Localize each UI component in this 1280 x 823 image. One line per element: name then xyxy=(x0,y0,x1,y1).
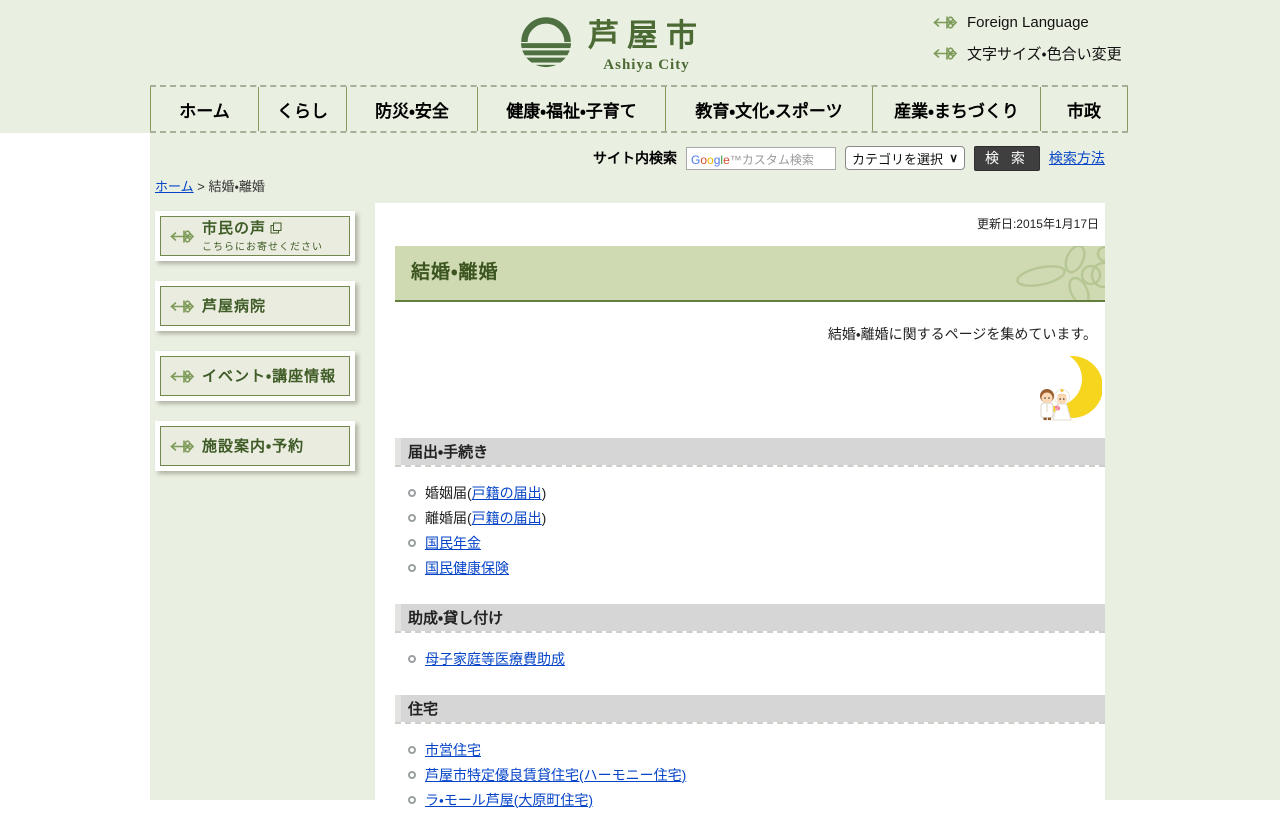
nav-item-kyouiku[interactable]: 教育・文化・スポーツ xyxy=(665,87,872,131)
leaf-arrow-icon xyxy=(933,15,957,30)
sidebar-button-facility-reserve[interactable]: 施設案内・予約 xyxy=(155,421,355,471)
external-link-icon xyxy=(270,222,282,233)
search-label: サイト内検索 xyxy=(593,150,677,166)
link-koseki-todoke[interactable]: 戸籍の届出 xyxy=(472,510,542,526)
list-item: 離婚届(戸籍の届出) xyxy=(408,505,1105,530)
sidebar-button-event-info[interactable]: イベント・講座情報 xyxy=(155,351,355,401)
wedding-couple-moon-illustration xyxy=(1028,352,1102,421)
link-list: 婚姻届(戸籍の届出) 離婚届(戸籍の届出) 国民年金 国民健康保険 xyxy=(395,467,1105,591)
list-item: 国民健康保険 xyxy=(408,555,1105,580)
breadcrumb-current: 結婚・離婚 xyxy=(208,179,265,194)
leaf-arrow-icon xyxy=(933,46,957,61)
list-bullet-icon xyxy=(408,563,416,572)
site-logo[interactable]: 芦屋市 Ashiya City xyxy=(518,10,705,74)
link-koseki-todoke[interactable]: 戸籍の届出 xyxy=(472,485,542,501)
section-header-housing: 住宅 xyxy=(395,695,1105,722)
foreign-language-link[interactable]: Foreign Language xyxy=(933,14,1122,31)
category-select[interactable]: カテゴリを選択 ∨ xyxy=(845,146,965,170)
link-harmony-juutaku[interactable]: 芦屋市特定優良賃貸住宅(ハーモニー住宅) xyxy=(425,767,686,783)
nav-item-shisei[interactable]: 市政 xyxy=(1040,87,1128,131)
link-boshi-iryouhi[interactable]: 母子家庭等医療費助成 xyxy=(425,651,565,667)
nav-item-sangyou[interactable]: 産業・まちづくり xyxy=(872,87,1040,131)
leaf-arrow-icon xyxy=(170,229,194,244)
site-name: 芦屋市 xyxy=(588,18,705,53)
search-help-link[interactable]: 検索方法 xyxy=(1049,148,1105,168)
list-item: 国民年金 xyxy=(408,530,1105,555)
list-item: 市営住宅 xyxy=(408,737,1105,762)
breadcrumb-home-link[interactable]: ホーム xyxy=(155,179,194,194)
search-button[interactable]: 検 索 xyxy=(974,145,1040,171)
list-item: 母子家庭等医療費助成 xyxy=(408,646,1105,671)
sidebar-button-shimin-no-koe[interactable]: 市民の声 こちらにお寄せください xyxy=(155,211,355,261)
page-title-bar: 結婚・離婚 xyxy=(395,246,1105,302)
list-bullet-icon xyxy=(408,538,416,547)
nav-item-kurashi[interactable]: くらし xyxy=(258,87,346,131)
link-kokumin-nenkin[interactable]: 国民年金 xyxy=(425,535,481,551)
leaf-arrow-icon xyxy=(170,369,194,384)
city-emblem-icon xyxy=(520,17,572,68)
list-item: 芦屋市特定優良賃貸住宅(ハーモニー住宅) xyxy=(408,762,1105,787)
list-bullet-icon xyxy=(408,513,416,522)
page-intro: 結婚・離婚に関するページを集めています。 xyxy=(827,326,1097,342)
link-list: 母子家庭等医療費助成 xyxy=(395,633,1105,682)
search-input[interactable] xyxy=(686,146,836,170)
site-name-english: Ashiya City xyxy=(603,57,690,73)
section-header-subsidy: 助成・貸し付け xyxy=(395,604,1105,631)
list-bullet-icon xyxy=(408,654,416,663)
list-item: 婚姻届(戸籍の届出) xyxy=(408,480,1105,505)
updated-date: 更新日:2015年1月17日 xyxy=(976,217,1099,231)
leaf-arrow-icon xyxy=(170,439,194,454)
nav-item-bousai[interactable]: 防災・安全 xyxy=(346,87,477,131)
text-size-color-link[interactable]: 文字サイズ・色合い変更 xyxy=(933,43,1122,64)
sidebar: 市民の声 こちらにお寄せください 芦屋病院 イベント・講座情報 施設案内・予約 xyxy=(155,211,355,491)
breadcrumb: ホーム > 結婚・離婚 xyxy=(155,179,265,194)
link-list: 市営住宅 芦屋市特定優良賃貸住宅(ハーモニー住宅) ラ・モール芦屋(大原町住宅) xyxy=(395,724,1105,823)
nav-item-kenkou[interactable]: 健康・福祉・子育て xyxy=(477,87,665,131)
global-navigation: ホーム くらし 防災・安全 健康・福祉・子育て 教育・文化・スポーツ 産業・まち… xyxy=(150,85,1128,133)
nav-item-home[interactable]: ホーム xyxy=(150,87,258,131)
sidebar-button-ashiya-hospital[interactable]: 芦屋病院 xyxy=(155,281,355,331)
list-bullet-icon xyxy=(408,488,416,497)
chevron-down-icon: ∨ xyxy=(949,151,958,165)
list-bullet-icon xyxy=(408,745,416,754)
link-shiei-juutaku[interactable]: 市営住宅 xyxy=(425,742,481,758)
list-bullet-icon xyxy=(408,770,416,779)
leaf-arrow-icon xyxy=(170,299,194,314)
header-utility-links: Foreign Language 文字サイズ・色合い変更 xyxy=(933,14,1122,64)
link-kokumin-kenkou-hoken[interactable]: 国民健康保険 xyxy=(425,560,509,576)
section-header-procedures: 届出・手続き xyxy=(395,438,1105,465)
main-content: 更新日:2015年1月17日 結婚・離婚 結婚・離婚に関するページを集めています… xyxy=(375,203,1105,808)
page-title: 結婚・離婚 xyxy=(411,262,499,283)
flourish-ornament-icon xyxy=(1016,246,1105,300)
site-search: サイト内検索 Google™カスタム検索 カテゴリを選択 ∨ 検 索 検索方法 xyxy=(593,145,1105,171)
